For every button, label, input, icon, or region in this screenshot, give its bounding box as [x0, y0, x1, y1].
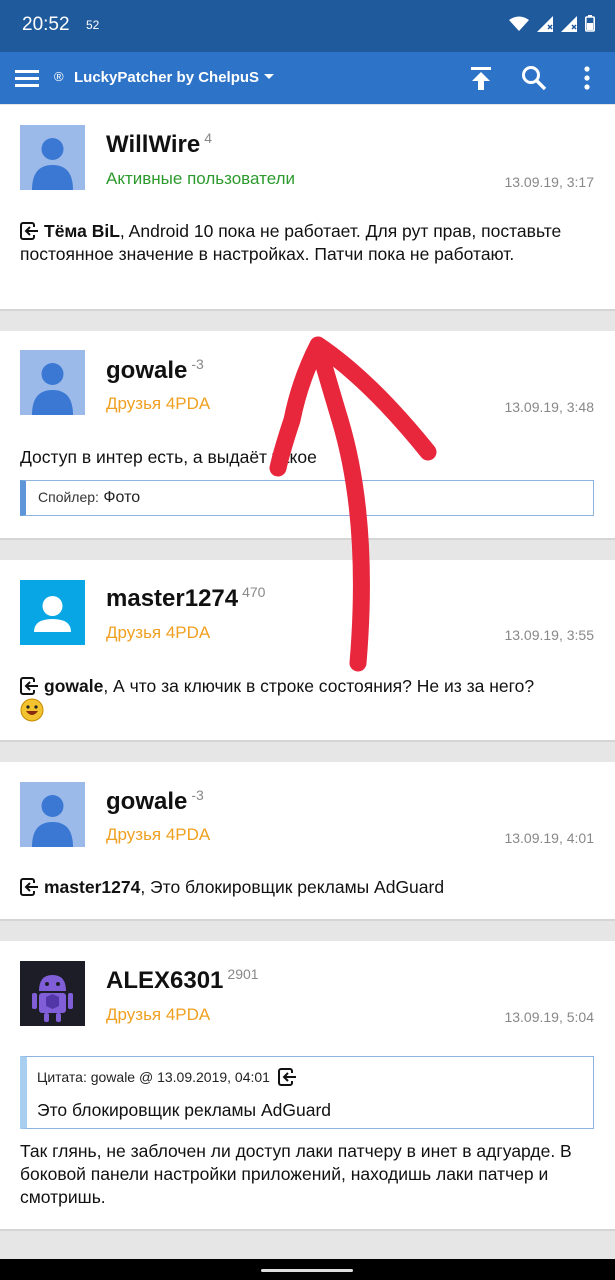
- reply-username[interactable]: gowale: [44, 676, 103, 696]
- wifi-icon: [509, 16, 529, 31]
- signal-icon-2: [561, 15, 577, 32]
- username[interactable]: ALEX6301 2901: [106, 966, 259, 995]
- post-item: gowale -3 Друзья 4PDA 13.09.19, 3:48 Дост…: [0, 331, 615, 540]
- signal-icon: [537, 15, 553, 32]
- default-avatar-icon: [20, 350, 85, 415]
- reply-arrow-icon[interactable]: [277, 1068, 298, 1086]
- smile-emoji-icon: [20, 698, 44, 722]
- post-text: gowale, А что за ключик в строке состоян…: [20, 675, 595, 722]
- reply-arrow-icon[interactable]: [20, 222, 40, 240]
- reply-username[interactable]: Тёма BiL: [44, 221, 120, 241]
- system-nav-bar: [0, 1259, 615, 1280]
- default-avatar-icon: [20, 782, 85, 847]
- app-title[interactable]: LuckyPatcher by ChelpuS: [74, 69, 259, 86]
- user-group: Друзья 4PDA: [106, 394, 211, 413]
- reputation: 2901: [227, 966, 259, 982]
- username[interactable]: gowale -3: [106, 787, 204, 816]
- reply-arrow-icon[interactable]: [20, 677, 40, 695]
- reputation: 470: [242, 584, 266, 600]
- post-date: 13.09.19, 3:48: [504, 399, 594, 415]
- user-group: Друзья 4PDA: [106, 623, 211, 642]
- app-bar: ® LuckyPatcher by ChelpuS: [0, 52, 615, 104]
- spoiler-title: Фото: [103, 489, 141, 506]
- post-item: master1274 470 Друзья 4PDA 13.09.19, 3:55…: [0, 560, 615, 742]
- reputation: 4: [204, 130, 213, 146]
- reply-username[interactable]: master1274: [44, 877, 140, 897]
- default-avatar-icon: [20, 125, 85, 190]
- username[interactable]: gowale -3: [106, 356, 204, 385]
- post-date: 13.09.19, 3:17: [504, 174, 594, 190]
- search-icon[interactable]: [520, 64, 548, 92]
- username[interactable]: master1274 470: [106, 584, 265, 613]
- chevron-down-icon[interactable]: [262, 72, 276, 82]
- username[interactable]: WillWire 4: [106, 130, 212, 159]
- avatar[interactable]: [20, 350, 85, 415]
- spoiler-label: Спойлер:: [38, 489, 99, 505]
- default-avatar-icon: [20, 580, 85, 645]
- home-gesture-pill[interactable]: [261, 1269, 353, 1272]
- status-badge: 52: [86, 18, 100, 32]
- post-item: gowale -3 Друзья 4PDA 13.09.19, 4:01 mast…: [0, 762, 615, 921]
- post-text: master1274, Это блокировщик рекламы AdGu…: [20, 876, 595, 899]
- avatar[interactable]: [20, 961, 85, 1026]
- post-text: Тёма BiL, Android 10 пока не работает. Д…: [20, 221, 562, 264]
- post-date: 13.09.19, 4:01: [504, 830, 594, 846]
- avatar[interactable]: [20, 125, 85, 190]
- status-bar: 20:52 52: [0, 0, 615, 52]
- reputation: -3: [191, 787, 204, 803]
- quote-block: Цитата: gowale @ 13.09.2019, 04:01 Это б…: [20, 1056, 594, 1129]
- post-item: ALEX6301 2901 Друзья 4PDA 13.09.19, 5:04 …: [0, 941, 615, 1231]
- reputation: -3: [191, 356, 204, 372]
- user-group: Активные пользователи: [106, 169, 296, 188]
- status-icons: [509, 15, 595, 32]
- post-date: 13.09.19, 5:04: [504, 1009, 594, 1025]
- user-group: Друзья 4PDA: [106, 1005, 211, 1024]
- user-group: Друзья 4PDA: [106, 825, 211, 844]
- quote-text: Это блокировщик рекламы AdGuard: [37, 1100, 332, 1120]
- avatar[interactable]: [20, 782, 85, 847]
- more-options-icon[interactable]: [573, 64, 601, 92]
- scroll-to-top-icon[interactable]: [467, 64, 495, 92]
- menu-icon[interactable]: [13, 64, 41, 92]
- post-text: Доступ в интер есть, а выдаёт такое: [20, 447, 317, 467]
- quote-header: Цитата: gowale @ 13.09.2019, 04:01: [37, 1068, 298, 1086]
- reply-arrow-icon[interactable]: [20, 878, 40, 896]
- spoiler-block[interactable]: Спойлер: Фото: [20, 480, 594, 516]
- registered-mark: ®: [54, 69, 64, 84]
- post-item: WillWire 4 Активные пользователи 13.09.19…: [0, 105, 615, 311]
- avatar[interactable]: [20, 580, 85, 645]
- battery-icon: [585, 15, 595, 32]
- status-time: 20:52: [22, 14, 70, 35]
- android-avatar-icon: [20, 961, 85, 1026]
- post-date: 13.09.19, 3:55: [504, 627, 594, 643]
- post-text: Так глянь, не заблочен ли доступ лаки па…: [20, 1141, 572, 1207]
